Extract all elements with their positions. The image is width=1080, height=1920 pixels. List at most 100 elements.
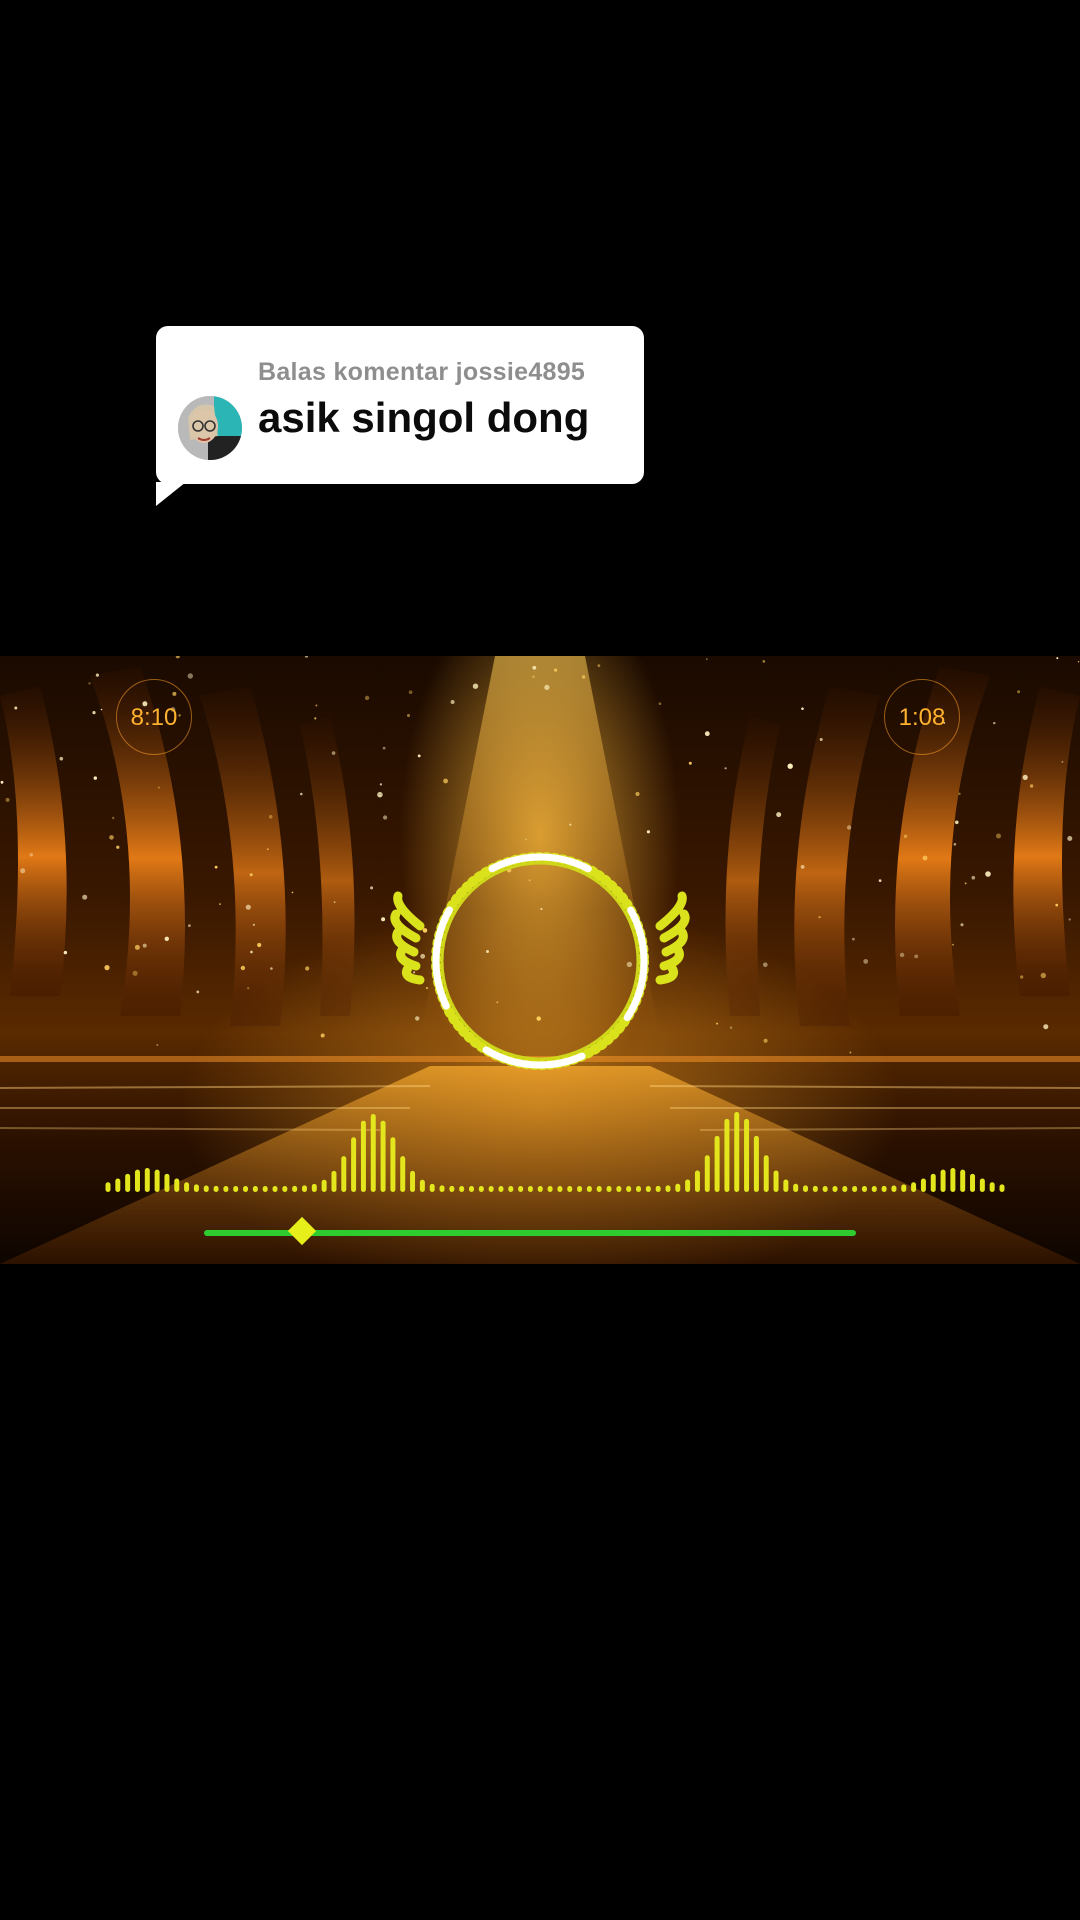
spectrum-bar bbox=[773, 1170, 779, 1192]
spectrum-bar bbox=[832, 1185, 838, 1192]
spectrum-bar bbox=[410, 1170, 416, 1192]
spectrum-bar bbox=[665, 1185, 671, 1192]
spectrum-bar bbox=[203, 1185, 209, 1192]
spectrum-bar bbox=[370, 1114, 376, 1192]
spectrum-bar bbox=[861, 1185, 867, 1192]
spectrum-bar bbox=[999, 1184, 1005, 1192]
spectrum-bar bbox=[390, 1137, 396, 1192]
user-avatar-icon bbox=[178, 396, 242, 460]
spectrum-bar bbox=[920, 1178, 926, 1192]
spectrum-bar bbox=[763, 1155, 769, 1192]
spectrum-bar bbox=[586, 1186, 592, 1192]
spectrum-bar bbox=[134, 1169, 140, 1192]
reply-comment-bubble[interactable]: Balas komentar jossie4895 asik singol do… bbox=[156, 326, 644, 506]
spectrum-bar bbox=[193, 1184, 199, 1192]
spectrum-bar bbox=[164, 1173, 170, 1192]
spectrum-bar bbox=[930, 1173, 936, 1192]
reply-comment-header: Balas komentar jossie4895 bbox=[258, 358, 586, 386]
spectrum-bar bbox=[360, 1120, 366, 1192]
spectrum-bar bbox=[636, 1185, 642, 1192]
spectrum-bar bbox=[478, 1185, 484, 1192]
spectrum-bar bbox=[557, 1186, 563, 1192]
spectrum-bar bbox=[852, 1185, 858, 1192]
spectrum-bar bbox=[537, 1186, 543, 1192]
spectrum-bar bbox=[950, 1168, 956, 1192]
spectrum-bar bbox=[812, 1185, 818, 1192]
spectrum-bar bbox=[223, 1185, 229, 1192]
spectrum-bar bbox=[891, 1185, 897, 1192]
spectrum-bar bbox=[842, 1185, 848, 1192]
spectrum-bar bbox=[311, 1183, 317, 1192]
spectrum-bar bbox=[243, 1185, 249, 1192]
spectrum-bar bbox=[272, 1185, 278, 1192]
spectrum-bar bbox=[331, 1170, 337, 1192]
spectrum-bar bbox=[567, 1186, 573, 1192]
spectrum-bar bbox=[989, 1182, 995, 1192]
spectrum-bar bbox=[803, 1185, 809, 1192]
video-screen[interactable]: Balas komentar jossie4895 asik singol do… bbox=[0, 0, 1080, 1920]
spectrum-bar bbox=[115, 1178, 121, 1192]
elapsed-time: 8:10 bbox=[116, 679, 192, 755]
spectrum-bar bbox=[704, 1155, 710, 1192]
spectrum-bar bbox=[527, 1186, 533, 1192]
spectrum-bar bbox=[508, 1186, 514, 1192]
spectrum-bar bbox=[488, 1186, 494, 1192]
spectrum-bar bbox=[871, 1185, 877, 1192]
spectrum-bar bbox=[714, 1135, 720, 1192]
spectrum-bar bbox=[753, 1135, 759, 1192]
spectrum-bar bbox=[262, 1185, 268, 1192]
spectrum-bar bbox=[341, 1156, 347, 1192]
spectrum-bar bbox=[400, 1156, 406, 1192]
spectrum-bar bbox=[881, 1185, 887, 1192]
reply-comment-text: asik singol dong bbox=[258, 394, 590, 441]
spectrum-bar bbox=[596, 1186, 602, 1192]
spectrum-bar bbox=[351, 1137, 357, 1192]
spectrum-bar bbox=[518, 1186, 524, 1192]
spectrum-bar bbox=[940, 1169, 946, 1192]
spectrum-bar bbox=[292, 1185, 298, 1192]
spectrum-bar bbox=[233, 1185, 239, 1192]
spectrum-bar bbox=[979, 1178, 985, 1192]
spectrum-bar bbox=[724, 1118, 730, 1192]
spectrum-bar bbox=[793, 1183, 799, 1192]
spectrum-bar bbox=[970, 1173, 976, 1192]
spectrum-bar bbox=[685, 1179, 691, 1192]
spectrum-bar bbox=[783, 1179, 789, 1192]
spectrum-bar bbox=[616, 1186, 622, 1192]
spectrum-bar bbox=[321, 1179, 327, 1192]
spectrum-bar bbox=[105, 1182, 111, 1192]
spectrum-bar bbox=[125, 1173, 131, 1192]
spectrum-bar bbox=[911, 1182, 917, 1192]
remaining-time: 1:08 bbox=[884, 679, 960, 755]
spectrum-bar bbox=[301, 1185, 307, 1192]
spectrum-bar bbox=[901, 1184, 907, 1192]
music-visualizer-video[interactable]: 8:10 1:08 bbox=[0, 656, 1080, 1264]
spectrum-bar bbox=[213, 1185, 219, 1192]
spectrum-bar bbox=[282, 1185, 288, 1192]
spectrum-bar bbox=[184, 1182, 190, 1192]
spectrum-bar bbox=[655, 1185, 661, 1192]
spectrum-bar bbox=[960, 1169, 966, 1192]
spectrum-bar bbox=[734, 1112, 740, 1192]
spectrum-bar bbox=[547, 1186, 553, 1192]
spectrum-bar bbox=[439, 1185, 445, 1192]
spectrum-bar bbox=[498, 1186, 504, 1192]
spectrum-bar bbox=[694, 1170, 700, 1192]
spectrum-bar bbox=[449, 1185, 455, 1192]
spectrum-bar bbox=[744, 1118, 750, 1192]
spectrum-bar bbox=[154, 1169, 160, 1192]
spectrum-bar bbox=[822, 1185, 828, 1192]
commenter-avatar bbox=[178, 396, 242, 460]
spectrum-bar bbox=[174, 1178, 180, 1192]
spectrum-bar bbox=[577, 1186, 583, 1192]
spectrum-bar bbox=[645, 1185, 651, 1192]
spectrum-bar bbox=[380, 1120, 386, 1192]
spectrum-bar bbox=[626, 1185, 632, 1192]
spectrum-bar bbox=[419, 1179, 425, 1192]
spectrum-bar bbox=[252, 1185, 258, 1192]
spectrum-bar bbox=[144, 1168, 150, 1192]
spectrum-bar bbox=[675, 1183, 681, 1192]
spotlight-beam bbox=[420, 656, 660, 1036]
spectrum-bar bbox=[468, 1185, 474, 1192]
playback-progress-bar[interactable] bbox=[204, 1216, 856, 1246]
